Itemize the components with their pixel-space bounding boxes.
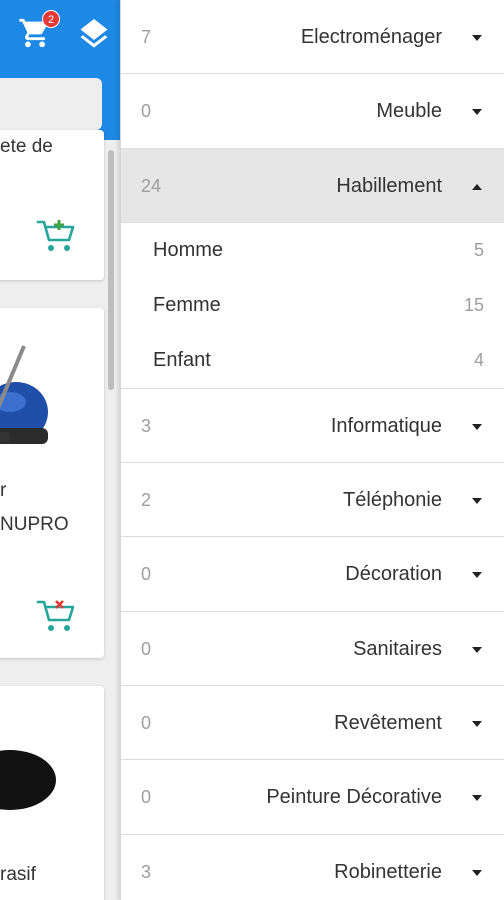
caret-down-icon xyxy=(472,572,482,579)
category-count: 0 xyxy=(141,638,152,659)
category-name: Revêtement xyxy=(334,712,442,735)
subcategory-list: Homme 5 Femme 15 Enfant 4 xyxy=(121,222,504,389)
product-card[interactable]: ete de xyxy=(0,130,104,280)
subcategory-name: Homme xyxy=(153,238,224,261)
category-name: Sanitaires xyxy=(353,637,442,660)
category-name: Informatique xyxy=(330,414,442,437)
category-item-informatique[interactable]: 3 Informatique xyxy=(121,388,504,464)
scrollbar[interactable] xyxy=(108,150,114,390)
caret-up-icon xyxy=(472,183,482,190)
subcategory-name: Enfant xyxy=(153,348,211,371)
category-count: 0 xyxy=(141,564,152,585)
product-image xyxy=(0,345,48,444)
category-name: Robinetterie xyxy=(334,860,442,883)
caret-down-icon xyxy=(472,869,482,876)
subcategory-count: 4 xyxy=(473,349,484,370)
subcategory-count: 15 xyxy=(463,294,484,315)
category-count: 0 xyxy=(141,713,152,734)
subcategory-count: 5 xyxy=(473,239,484,260)
subcategory-item-femme[interactable]: Femme 15 xyxy=(121,277,504,333)
category-name: Meuble xyxy=(376,100,442,123)
category-count: 24 xyxy=(141,175,162,196)
caret-down-icon xyxy=(472,795,482,802)
app-header: 2 xyxy=(0,0,120,140)
category-count: 2 xyxy=(141,490,152,511)
category-item-robinetterie[interactable]: 3 Robinetterie xyxy=(121,834,504,900)
category-count: 3 xyxy=(141,415,152,436)
subcategory-item-enfant[interactable]: Enfant 4 xyxy=(121,332,504,388)
category-item-decoration[interactable]: 0 Décoration xyxy=(121,537,504,612)
category-item-meuble[interactable]: 0 Meuble xyxy=(121,74,504,149)
subcategory-item-homme[interactable]: Homme 5 xyxy=(121,222,504,278)
subcategory-name: Femme xyxy=(153,293,221,316)
category-count: 0 xyxy=(141,787,152,808)
category-item-habillement[interactable]: 24 Habillement xyxy=(121,148,504,223)
caret-down-icon xyxy=(472,423,482,430)
product-title: r xyxy=(0,480,7,501)
category-item-telephonie[interactable]: 2 Téléphonie xyxy=(121,463,504,538)
category-count: 0 xyxy=(141,101,152,122)
categories-toggle-button[interactable] xyxy=(76,16,112,52)
product-title: ete de xyxy=(0,136,53,157)
category-count: 3 xyxy=(141,861,152,882)
caret-down-icon xyxy=(472,35,482,41)
category-item-electromenager[interactable]: 7 Electroménager xyxy=(121,0,504,75)
caret-down-icon xyxy=(472,498,482,505)
category-count: 7 xyxy=(141,27,152,47)
product-card[interactable]: r NUPRO xyxy=(0,308,104,658)
category-name: Téléphonie xyxy=(343,489,442,512)
category-item-peinture-decorative[interactable]: 0 Peinture Décorative xyxy=(121,760,504,835)
cart-button[interactable]: 2 xyxy=(18,10,60,50)
remove-from-cart-icon[interactable] xyxy=(36,598,76,634)
product-card[interactable]: rasif xyxy=(0,686,104,900)
category-item-sanitaires[interactable]: 0 Sanitaires xyxy=(121,611,504,687)
product-list-pane: 2 ete de r NUPRO rasif xyxy=(0,0,120,900)
category-name: Habillement xyxy=(336,174,442,197)
product-title: rasif xyxy=(0,864,36,885)
caret-down-icon xyxy=(472,109,482,116)
product-brand: NUPRO xyxy=(0,514,69,535)
layers-icon xyxy=(80,19,108,48)
category-name: Electroménager xyxy=(300,26,442,48)
category-drawer: 7 Electroménager 0 Meuble 24 Habillement… xyxy=(120,0,504,900)
cart-count-badge: 2 xyxy=(42,10,60,28)
category-name: Décoration xyxy=(345,563,442,586)
category-item-revetement[interactable]: 0 Revêtement xyxy=(121,686,504,761)
caret-down-icon xyxy=(472,721,482,728)
category-name: Peinture Décorative xyxy=(266,786,442,809)
caret-down-icon xyxy=(472,646,482,653)
product-image xyxy=(0,750,56,810)
add-to-cart-icon[interactable] xyxy=(36,218,76,254)
search-input[interactable] xyxy=(0,78,102,130)
